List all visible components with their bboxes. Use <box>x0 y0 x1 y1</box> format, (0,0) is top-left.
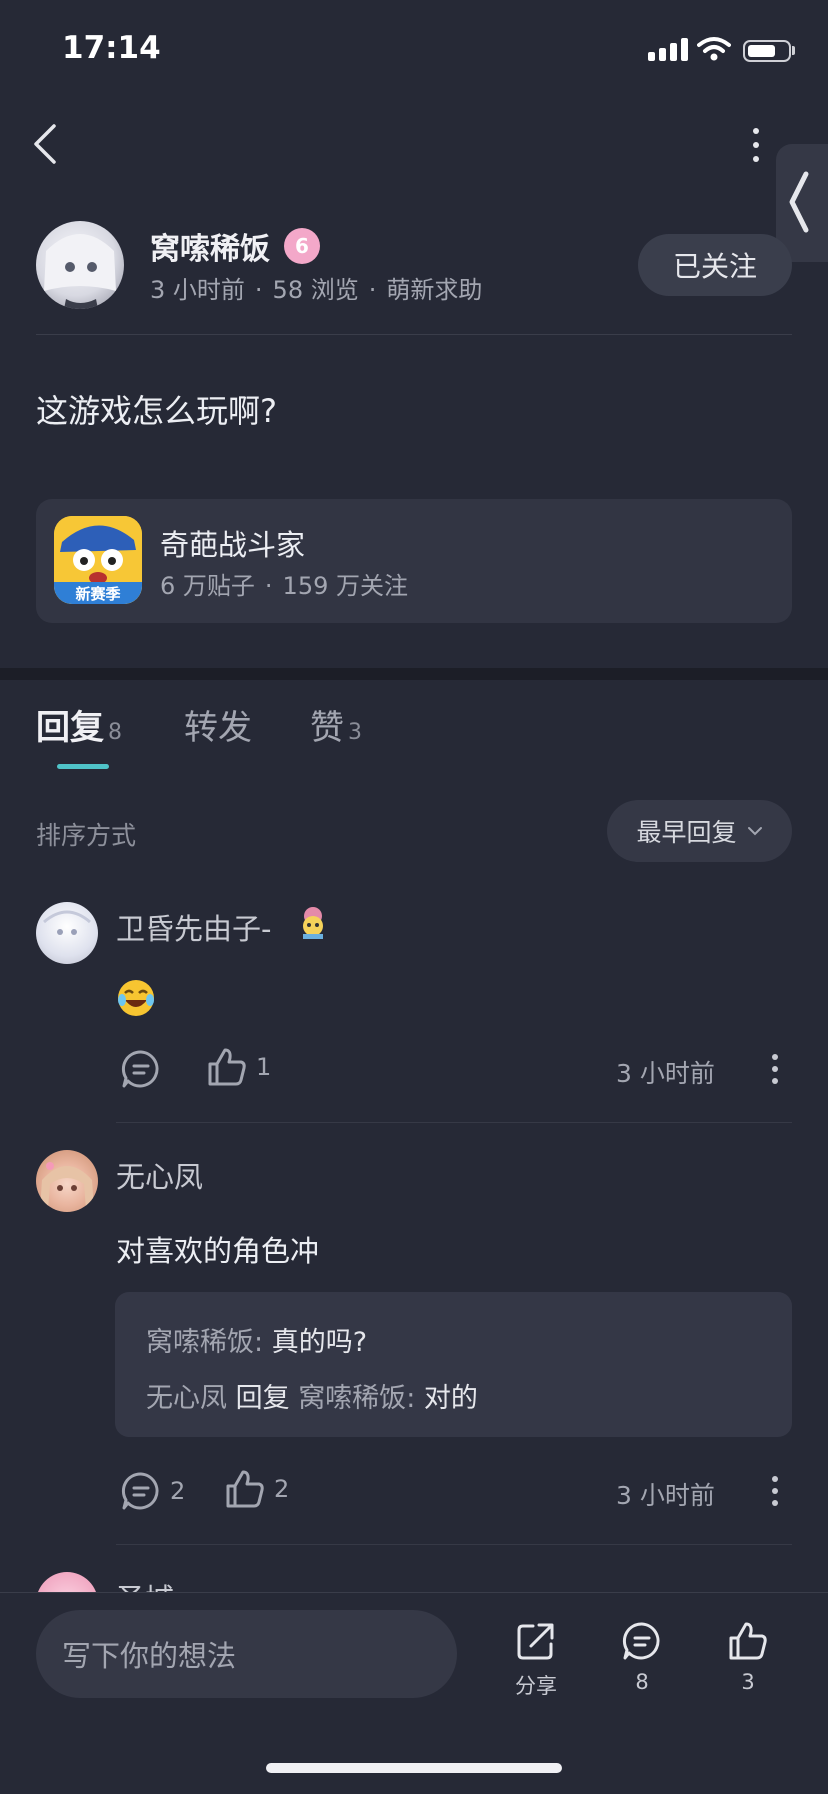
home-indicator[interactable] <box>266 1763 562 1773</box>
nested-reply[interactable]: 窝嗦稀饭: 真的吗? <box>146 1320 367 1359</box>
comment-time: 3 小时前 <box>616 1481 715 1510</box>
nested-reply-author[interactable]: 窝嗦稀饭 <box>146 1327 254 1358</box>
game-icon-badge: 新赛季 <box>75 585 120 603</box>
sort-dropdown[interactable]: 最早回复 <box>607 800 792 862</box>
post-views: 58 浏览 <box>272 276 359 304</box>
status-time: 17:14 <box>62 30 161 66</box>
chevron-left-icon <box>789 171 809 233</box>
comment-text: 对喜欢的角色冲 <box>116 1234 320 1268</box>
like-button[interactable]: 2 <box>224 1468 289 1510</box>
comment-more-button[interactable] <box>771 1476 779 1506</box>
comment-more-button[interactable] <box>771 1054 779 1084</box>
game-icon: 新赛季 <box>54 516 142 604</box>
post-time: 3 小时前 <box>150 276 245 304</box>
user-badge-icon <box>296 904 330 940</box>
sort-value: 最早回复 <box>636 818 737 847</box>
like-count: 1 <box>256 1053 272 1081</box>
divider <box>36 334 792 335</box>
more-options-button[interactable] <box>748 128 764 162</box>
post-meta: 3 小时前 · 58 浏览 · 萌新求助 <box>150 276 483 304</box>
compose-input[interactable]: 写下你的想法 <box>36 1610 457 1698</box>
share-label: 分享 <box>515 1674 557 1698</box>
share-button[interactable]: 分享 <box>496 1620 576 1700</box>
comment-time: 3 小时前 <box>616 1059 715 1088</box>
like-count: 3 <box>741 1670 755 1694</box>
follow-button[interactable]: 已关注 <box>638 234 792 296</box>
chevron-left-icon <box>34 124 56 164</box>
reply-button[interactable] <box>120 1048 162 1090</box>
section-separator <box>0 668 828 680</box>
chevron-down-icon <box>747 827 762 836</box>
reply-count: 2 <box>170 1477 186 1505</box>
laughing-emoji <box>116 978 156 1018</box>
nested-reply-target[interactable]: 窝嗦稀饭 <box>298 1383 406 1414</box>
comment-icon <box>121 1050 159 1088</box>
post-category[interactable]: 萌新求助 <box>386 276 482 304</box>
tab-reposts[interactable]: 转发 <box>184 700 252 749</box>
active-tab-indicator <box>57 764 109 769</box>
nested-replies[interactable] <box>115 1292 792 1437</box>
game-meta: 6 万贴子 · 159 万关注 <box>160 572 408 600</box>
battery-cap <box>792 46 795 55</box>
tab-likes[interactable]: 赞3 <box>310 700 362 749</box>
author-name[interactable]: 窝嗦稀饭 <box>150 224 270 268</box>
like-count: 2 <box>274 1475 290 1503</box>
game-card[interactable] <box>36 499 792 623</box>
game-posts: 6 万贴子 <box>160 572 255 600</box>
divider <box>116 1544 792 1545</box>
commenter-name[interactable]: 卫昏先由子- <box>116 906 271 948</box>
like-button[interactable]: 1 <box>206 1046 271 1088</box>
tab-replies-count: 8 <box>108 720 122 745</box>
nested-reply[interactable]: 无心凤 回复 窝嗦稀饭: 对的 <box>146 1376 478 1415</box>
sort-label: 排序方式 <box>36 821 137 850</box>
battery-icon <box>743 40 791 62</box>
comment-icon <box>622 1622 660 1660</box>
nested-reply-text: 真的吗? <box>271 1327 368 1358</box>
tab-likes-count: 3 <box>348 720 362 745</box>
game-followers: 159 万关注 <box>282 572 408 600</box>
thumbs-up-icon <box>226 1470 264 1508</box>
commenter-name[interactable]: 无心凤 <box>116 1154 203 1196</box>
thumbs-up-icon <box>729 1622 767 1660</box>
nested-reply-author[interactable]: 无心凤 <box>146 1383 227 1414</box>
nested-reply-text: 对的 <box>423 1383 478 1414</box>
level-badge: 6 <box>284 228 320 264</box>
game-name[interactable]: 奇葩战斗家 <box>160 522 305 564</box>
like-post-button[interactable]: 3 <box>708 1620 788 1694</box>
tab-replies[interactable]: 回复 8 <box>36 700 122 749</box>
thumbs-up-icon <box>208 1048 246 1086</box>
cellular-signal-icon <box>648 38 688 61</box>
comment-button[interactable]: 8 <box>602 1620 682 1694</box>
wifi-icon <box>697 36 731 62</box>
commenter-avatar[interactable] <box>36 902 98 964</box>
share-icon <box>517 1623 554 1660</box>
commenter-avatar[interactable] <box>36 1150 98 1212</box>
back-button[interactable] <box>30 122 60 166</box>
comment-count: 8 <box>635 1670 649 1694</box>
reply-button[interactable]: 2 <box>120 1470 185 1512</box>
divider <box>116 1122 792 1123</box>
post-body: 这游戏怎么玩啊? <box>36 392 277 430</box>
author-avatar[interactable] <box>36 221 124 309</box>
comment-icon <box>121 1472 159 1510</box>
